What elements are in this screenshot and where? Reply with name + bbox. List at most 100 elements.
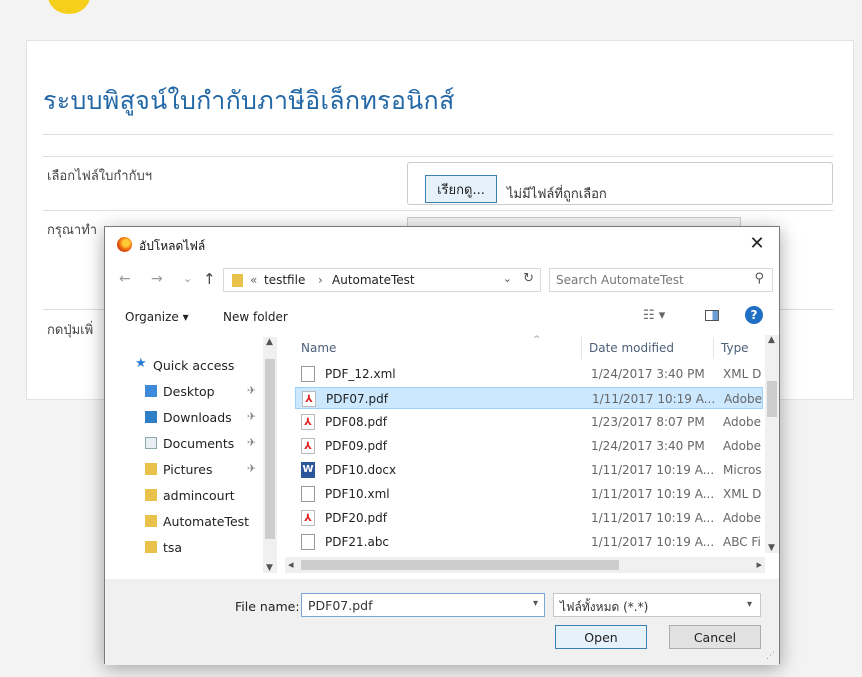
nav-label: tsa [163, 540, 183, 555]
pdf-file-icon: ⅄ [302, 391, 316, 407]
file-icon [301, 534, 315, 550]
file-list-horizontal-scrollbar[interactable]: ◂ ▸ [285, 557, 765, 573]
file-row[interactable]: ⅄ PDF20.pdf 1/11/2017 10:19 A... Adobe [295, 507, 763, 529]
chevron-down-icon[interactable]: ▾ [747, 599, 752, 610]
pin-icon: ✈ [247, 436, 257, 449]
file-row[interactable]: PDF21.abc 1/11/2017 10:19 A... ABC Fi [295, 531, 763, 553]
file-date-cell: 1/11/2017 10:19 A... [592, 392, 716, 406]
browse-button[interactable]: เรียกดู... [425, 175, 497, 203]
file-type-cell: XML D [723, 487, 762, 501]
address-bar[interactable]: « testfile › AutomateTest ⌄ ↻ [223, 268, 541, 292]
breadcrumb-testfile[interactable]: testfile [264, 273, 305, 287]
downloads-folder-icon [145, 411, 157, 423]
folder-icon [232, 274, 243, 287]
file-type-select[interactable]: ไฟล์ทั้งหมด (*.*) ▾ [553, 593, 761, 617]
file-name-cell: PDF20.pdf [325, 511, 387, 525]
chevron-down-icon[interactable]: ⌄ [503, 272, 512, 285]
file-row[interactable]: PDF_12.xml 1/24/2017 3:40 PM XML D [295, 363, 763, 385]
file-date-cell: 1/23/2017 8:07 PM [591, 415, 705, 429]
file-row[interactable]: ⅄ PDF07.pdf 1/11/2017 10:19 A... Adobe [295, 387, 763, 409]
scroll-right-icon[interactable]: ▸ [756, 558, 762, 571]
no-file-text: ไม่มีไฟล์ที่ถูกเลือก [507, 187, 607, 202]
search-icon[interactable]: ⚲ [754, 271, 764, 286]
resize-grip-icon[interactable]: ⋰ [766, 651, 775, 661]
file-icon [301, 366, 315, 382]
divider [43, 156, 833, 157]
column-header-name[interactable]: Name [301, 341, 336, 355]
column-header-date[interactable]: Date modified [589, 341, 674, 355]
add-button-label: กดปุ่มเพิ่ [47, 323, 94, 338]
nav-pane-scrollbar[interactable]: ▲ ▼ [263, 337, 277, 573]
dialog-titlebar: อัปโหลดไฟล์ ✕ [105, 227, 779, 261]
file-row[interactable]: ⅄ PDF09.pdf 1/24/2017 3:40 PM Adobe [295, 435, 763, 457]
scroll-down-icon[interactable]: ▼ [768, 543, 775, 553]
scroll-up-icon[interactable]: ▲ [768, 335, 775, 345]
chevron-down-icon[interactable]: ▾ [533, 598, 538, 609]
scroll-up-icon[interactable]: ▲ [266, 337, 273, 347]
preview-pane-icon[interactable] [705, 310, 719, 321]
file-input[interactable]: เรียกดู... ไม่มีไฟล์ที่ถูกเลือก [407, 162, 833, 205]
navigation-pane: ★ Quick access Desktop ✈ Downloads ✈ Doc… [121, 337, 261, 573]
pdf-file-icon: ⅄ [301, 438, 315, 454]
nav-item-admincourt[interactable]: admincourt [121, 485, 261, 507]
pin-icon: ✈ [247, 462, 257, 475]
address-bar-row: ← → ⌄ ↑ « testfile › AutomateTest ⌄ ↻ Se… [105, 265, 779, 295]
scroll-thumb[interactable] [301, 560, 619, 570]
open-button[interactable]: Open [555, 625, 647, 649]
scroll-left-icon[interactable]: ◂ [288, 558, 294, 571]
refresh-icon[interactable]: ↻ [523, 271, 534, 286]
help-icon[interactable]: ? [745, 306, 763, 324]
file-date-cell: 1/11/2017 10:19 A... [591, 535, 715, 549]
view-options-icon[interactable]: ☷ ▾ [643, 308, 665, 323]
file-name-cell: PDF_12.xml [325, 367, 396, 381]
organize-button[interactable]: Organize ▾ [125, 310, 189, 324]
new-folder-button[interactable]: New folder [223, 310, 288, 324]
file-type-cell: Adobe [723, 439, 761, 453]
file-row[interactable]: W PDF10.docx 1/11/2017 10:19 A... Micros [295, 459, 763, 481]
file-icon [301, 486, 315, 502]
file-type-cell: ABC Fi [723, 535, 761, 549]
cancel-button[interactable]: Cancel [669, 625, 761, 649]
file-row[interactable]: PDF10.xml 1/11/2017 10:19 A... XML D [295, 483, 763, 505]
pdf-file-icon: ⅄ [301, 510, 315, 526]
nav-item-downloads[interactable]: Downloads ✈ [121, 407, 261, 429]
nav-item-documents[interactable]: Documents ✈ [121, 433, 261, 455]
column-separator[interactable] [581, 337, 582, 359]
file-name-cell: PDF10.docx [325, 463, 397, 477]
up-arrow-icon[interactable]: ↑ [203, 270, 216, 288]
pin-icon: ✈ [247, 410, 257, 423]
forward-arrow-icon[interactable]: → [151, 271, 163, 287]
dialog-toolbar: Organize ▾ New folder ☷ ▾ ? [105, 303, 779, 331]
column-separator[interactable] [713, 337, 714, 359]
folder-icon [145, 489, 157, 501]
divider [43, 134, 833, 135]
nav-item-desktop[interactable]: Desktop ✈ [121, 381, 261, 403]
scroll-thumb[interactable] [767, 381, 777, 417]
sort-indicator-icon: ^ [533, 335, 541, 345]
nav-item-quick-access[interactable]: ★ Quick access [121, 355, 261, 377]
column-header-type[interactable]: Type [721, 341, 749, 355]
recent-locations-icon[interactable]: ⌄ [183, 272, 192, 285]
scroll-thumb[interactable] [265, 359, 275, 539]
file-row[interactable]: ⅄ PDF08.pdf 1/23/2017 8:07 PM Adobe [295, 411, 763, 433]
nav-label: Desktop [163, 384, 215, 399]
crumb-overflow[interactable]: « [250, 273, 257, 287]
nav-item-automatetest[interactable]: AutomateTest [121, 511, 261, 533]
divider [43, 210, 833, 211]
firefox-icon [117, 237, 132, 252]
scroll-down-icon[interactable]: ▼ [266, 563, 273, 573]
nav-label: AutomateTest [163, 514, 250, 529]
file-name-input[interactable]: PDF07.pdf ▾ [301, 593, 545, 617]
close-icon[interactable]: ✕ [747, 233, 767, 254]
nav-item-pictures[interactable]: Pictures ✈ [121, 459, 261, 481]
file-type-cell: XML D [723, 367, 762, 381]
search-input[interactable]: Search AutomateTest ⚲ [549, 268, 773, 292]
breadcrumb-automatetest[interactable]: AutomateTest [332, 273, 415, 287]
folder-icon [145, 541, 157, 553]
nav-label: Downloads [163, 410, 232, 425]
file-name-label: File name: [235, 599, 300, 614]
back-arrow-icon[interactable]: ← [119, 271, 131, 287]
select-file-label: เลือกไฟล์ใบกำกับฯ [47, 169, 152, 184]
nav-item-tsa[interactable]: tsa [121, 537, 261, 559]
file-list-vertical-scrollbar[interactable]: ▲ ▼ [765, 335, 779, 553]
